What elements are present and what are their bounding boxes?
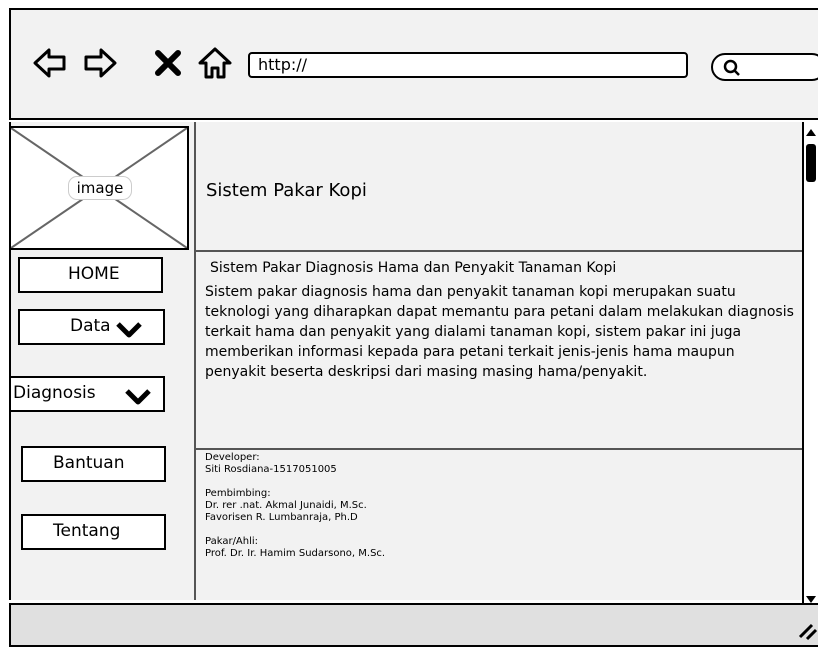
menu-tentang-button[interactable]: Tentang [21,514,166,550]
description-text: Sistem pakar diagnosis hama dan penyakit… [205,284,794,380]
description-section: Sistem Pakar Diagnosis Hama dan Penyakit… [196,252,802,450]
magnifier-icon [723,59,740,76]
expert-label: Pakar/Ahli: [205,536,259,547]
credits-section: Developer: Siti Rosdiana-1517051005 Pemb… [205,452,385,560]
chevron-down-icon [116,322,142,338]
menu-data-label: Data [70,316,111,336]
menu-bantuan-label: Bantuan [53,453,125,473]
forward-arrow-icon[interactable] [83,46,117,80]
vertical-scrollbar[interactable] [802,122,818,612]
scroll-thumb[interactable] [806,144,816,182]
page-header: Sistem Pakar Kopi [196,122,802,252]
logo-image-placeholder: image [9,126,189,250]
menu-home-label: HOME [68,264,120,284]
menu-bantuan-button[interactable]: Bantuan [21,446,166,482]
description-title: Sistem Pakar Diagnosis Hama dan Penyakit… [210,260,617,276]
chevron-down-icon [125,389,151,405]
advisor-2: Favorisen R. Lumbanraja, Ph.D [205,512,358,523]
url-input[interactable]: http:// [248,52,688,78]
menu-diagnosis-label: Diagnosis [13,383,96,403]
advisor-1: Dr. rer .nat. Akmal Junaidi, M.Sc. [205,500,367,511]
resize-grip-icon[interactable] [796,619,818,641]
page-title: Sistem Pakar Kopi [206,180,367,201]
main-content: Sistem Pakar Kopi Sistem Pakar Diagnosis… [194,122,802,600]
advisor-label: Pembimbing: [205,488,271,499]
search-field[interactable] [711,53,818,81]
developer-label: Developer: [205,452,260,463]
home-icon[interactable] [198,46,232,80]
browser-window: http:// image HOME Data Diagnosis Bantua… [0,0,818,647]
developer-name: Siti Rosdiana-1517051005 [205,464,337,475]
menu-tentang-label: Tentang [53,521,121,541]
image-label: image [68,176,132,200]
menu-data-button[interactable]: Data [18,309,165,345]
menu-diagnosis-button[interactable]: Diagnosis [9,376,165,412]
status-bar [9,603,818,647]
menu-home-button[interactable]: HOME [18,257,163,293]
scroll-up-arrow-icon[interactable] [804,126,818,138]
close-x-icon[interactable] [153,48,183,78]
back-arrow-icon[interactable] [33,46,67,80]
expert-name: Prof. Dr. Ir. Hamim Sudarsono, M.Sc. [205,548,386,559]
